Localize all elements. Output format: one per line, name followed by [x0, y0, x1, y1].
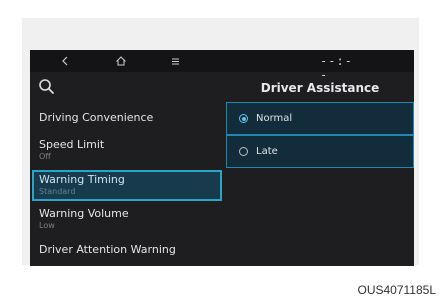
menu-item-driving-convenience[interactable]: Driving Convenience	[32, 111, 222, 131]
clock-text: --:--	[320, 54, 353, 82]
menu-item-label: Speed Limit	[39, 138, 105, 151]
header-row: Driver Assistance	[30, 72, 414, 102]
figure: --:-- Driver Assistance Driving Convenie…	[0, 0, 440, 306]
menu-item-value: Low	[39, 221, 55, 230]
option-normal[interactable]: Normal	[226, 102, 414, 135]
warning-timing-options: Normal Late	[226, 102, 414, 168]
option-label: Normal	[256, 112, 293, 124]
menu-lines-icon[interactable]	[168, 53, 182, 69]
menu-item-label: Warning Volume	[39, 207, 129, 220]
radio-checked-icon[interactable]	[239, 114, 248, 123]
settings-menu-list: Driving Convenience Speed Limit Off Warn…	[30, 102, 224, 266]
menu-item-warning-timing[interactable]: Warning Timing Standard	[32, 170, 222, 201]
home-icon[interactable]	[114, 53, 128, 69]
menu-item-value: Off	[39, 152, 51, 161]
menu-item-speed-limit[interactable]: Speed Limit Off	[32, 138, 222, 166]
menu-item-label: Warning Timing	[39, 173, 125, 186]
radio-unchecked-icon[interactable]	[239, 147, 248, 156]
search-icon[interactable]	[36, 76, 58, 98]
option-late[interactable]: Late	[226, 135, 414, 168]
figure-code: OUS4071185L	[357, 283, 436, 297]
infotainment-screen: --:-- Driver Assistance Driving Convenie…	[30, 50, 414, 266]
menu-item-label: Driver Attention Warning	[39, 243, 176, 256]
status-bar: --:--	[30, 50, 414, 82]
menu-item-warning-volume[interactable]: Warning Volume Low	[32, 207, 222, 235]
chevron-left-icon[interactable]	[58, 53, 72, 69]
menu-item-value: Standard	[39, 187, 76, 196]
page-title: Driver Assistance	[260, 81, 380, 95]
menu-item-label: Driving Convenience	[39, 111, 154, 124]
menu-item-driver-attention-warning[interactable]: Driver Attention Warning	[32, 243, 222, 263]
option-label: Late	[256, 145, 278, 157]
